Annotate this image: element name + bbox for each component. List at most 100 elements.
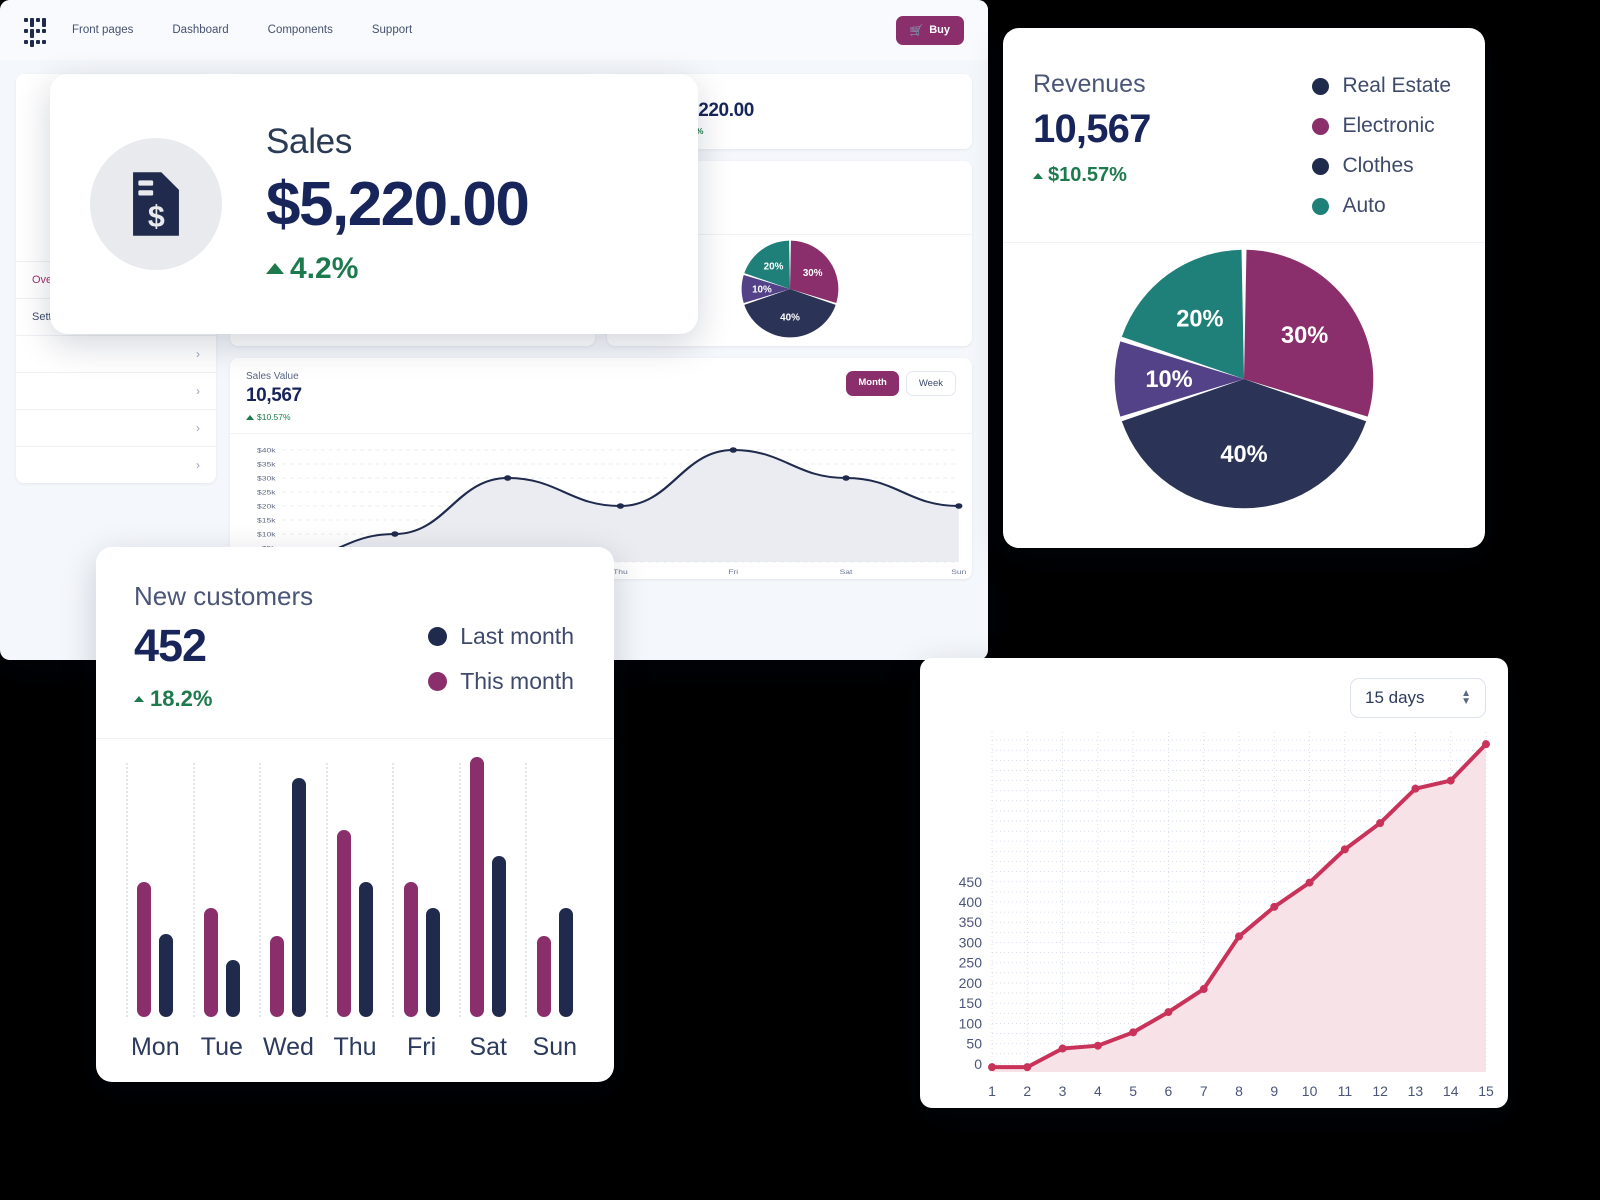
mini-pie-chart: 30% 40% 10% 20%	[741, 240, 838, 338]
x-axis-tick-label: Fri	[728, 568, 738, 576]
pie-slice-label: 10%	[1145, 367, 1192, 393]
bar	[292, 777, 307, 1017]
x-axis-tick-label: 5	[1129, 1083, 1137, 1099]
sidebar-item-6[interactable]: ›	[16, 446, 216, 483]
data-point	[1164, 1008, 1173, 1017]
data-point	[616, 503, 625, 509]
bar-group	[122, 757, 189, 1017]
stepper-icon: ▲ ▼	[1461, 688, 1471, 707]
bar-group	[255, 757, 322, 1017]
bar-group	[388, 757, 455, 1017]
caret-up-icon	[266, 263, 284, 275]
chevron-right-icon: ›	[196, 421, 200, 435]
pie-slice-label: 20%	[763, 262, 783, 273]
y-axis-tick-label: 350	[959, 914, 983, 930]
legend-item-this-month: This month	[428, 668, 574, 695]
dashboard-navbar: Front pages Dashboard Components Support…	[0, 0, 988, 60]
bar-chart-plot	[122, 757, 588, 1017]
data-point	[1482, 740, 1490, 749]
x-axis-tick-label: Sun	[951, 568, 966, 576]
bar	[470, 757, 485, 1017]
pie-slice-label: 30%	[1281, 323, 1328, 349]
legend-dot-icon	[1312, 157, 1330, 175]
y-axis-tick-label: 250	[959, 955, 983, 971]
x-axis-tick-label: 4	[1094, 1083, 1102, 1099]
data-point	[1235, 932, 1243, 941]
y-axis-tick-label: 200	[959, 975, 983, 991]
y-axis-tick-label: $25k	[257, 488, 276, 496]
bar	[403, 881, 418, 1017]
trend-line-chart: 0501001502002503003504004501 2 3 4 5 6 7 8 9 10 11…	[959, 732, 1494, 1099]
new-customers-chart: Mon Tue Wed Thu Fri Sat Sun	[96, 739, 614, 1062]
data-point	[1129, 1028, 1138, 1037]
data-point	[391, 531, 399, 537]
bar-category-label: Sat	[469, 1033, 507, 1061]
legend-item-auto: Auto	[1312, 194, 1451, 218]
bar	[425, 907, 440, 1017]
y-axis-tick-label: $40k	[257, 446, 276, 454]
new-customers-title: New customers	[134, 581, 314, 611]
page-title: Sales	[266, 122, 353, 162]
sales-summary-card: $ Sales $5,220.00 4.2%	[50, 74, 698, 334]
nav-label: Front pages	[72, 24, 134, 36]
data-point	[988, 1063, 996, 1072]
grid-logo-icon[interactable]	[24, 18, 46, 47]
bar	[270, 936, 285, 1017]
days-range-value: 15 days	[1365, 688, 1425, 707]
revenues-delta-value: $10.57%	[1048, 164, 1127, 186]
x-axis-tick-label: Sat	[840, 568, 854, 576]
buy-button-label: Buy	[929, 24, 950, 36]
legend-item-electronic: Electronic	[1312, 114, 1451, 138]
x-axis-tick-label: 8	[1235, 1083, 1243, 1099]
sidebar-item-5[interactable]: ›	[16, 409, 216, 446]
nav-item-components[interactable]: Components	[268, 24, 346, 36]
y-axis-tick-label: $30k	[257, 474, 276, 482]
bar-chart-xaxis: Mon Tue Wed Thu Fri Sat Sun	[122, 1033, 588, 1062]
bar-category-label: Thu	[333, 1033, 377, 1061]
sales-value-amount: 10,567	[246, 385, 302, 406]
screenshot-stage: Front pages Dashboard Components Support…	[0, 0, 1600, 1200]
y-axis-tick-label: 400	[959, 894, 983, 910]
days-range-select[interactable]: 15 days ▲ ▼	[1350, 678, 1486, 718]
x-axis-tick-label: 11	[1338, 1083, 1353, 1099]
bar-category-label: Wed	[262, 1033, 314, 1061]
revenues-pie-wrap: 30% 40% 10% 20%	[1003, 243, 1485, 515]
svg-text:$: $	[148, 201, 165, 234]
data-point	[1446, 776, 1455, 785]
sidebar-item-4[interactable]: ›	[16, 372, 216, 409]
x-axis-tick-label: 10	[1302, 1083, 1318, 1099]
y-axis-tick-label: 50	[966, 1036, 982, 1052]
y-axis-tick-label: $20k	[257, 502, 276, 510]
bar-group	[322, 757, 389, 1017]
x-axis-tick-label: 1	[988, 1083, 996, 1099]
legend-item-real-estate: Real Estate	[1312, 74, 1451, 98]
y-axis-tick-label: 100	[959, 1015, 983, 1031]
invoice-dollar-icon: $	[90, 138, 222, 270]
y-axis-tick-label: 300	[959, 934, 983, 950]
legend-label: Real Estate	[1342, 74, 1451, 97]
x-axis-tick-label: 3	[1059, 1083, 1067, 1099]
nav-item-front-pages[interactable]: Front pages	[72, 24, 146, 36]
toggle-week[interactable]: Week	[905, 371, 956, 396]
cart-icon: 🛒	[909, 24, 924, 37]
caret-up-icon	[1033, 172, 1043, 179]
y-axis-tick-label: 0	[974, 1056, 982, 1072]
legend-label: Auto	[1342, 194, 1386, 217]
bar	[159, 933, 174, 1017]
bar-group	[189, 757, 256, 1017]
data-point	[955, 503, 963, 509]
bar-category-label: Sun	[532, 1033, 577, 1061]
data-point	[1305, 878, 1314, 887]
bar	[225, 959, 240, 1017]
toggle-month[interactable]: Month	[846, 371, 899, 396]
nav-label: Support	[371, 24, 413, 36]
buy-button[interactable]: 🛒 Buy	[895, 15, 964, 45]
sales-delta: 4.2%	[266, 252, 528, 286]
nav-label: Components	[267, 24, 333, 36]
data-point	[842, 475, 850, 481]
y-axis-tick-label: 450	[959, 874, 983, 890]
nav-item-support[interactable]: Support	[372, 24, 425, 36]
sidebar-item-3[interactable]: ›	[16, 335, 216, 372]
nav-item-dashboard[interactable]: Dashboard	[172, 24, 241, 36]
new-customers-delta-value: 18.2%	[150, 686, 213, 711]
